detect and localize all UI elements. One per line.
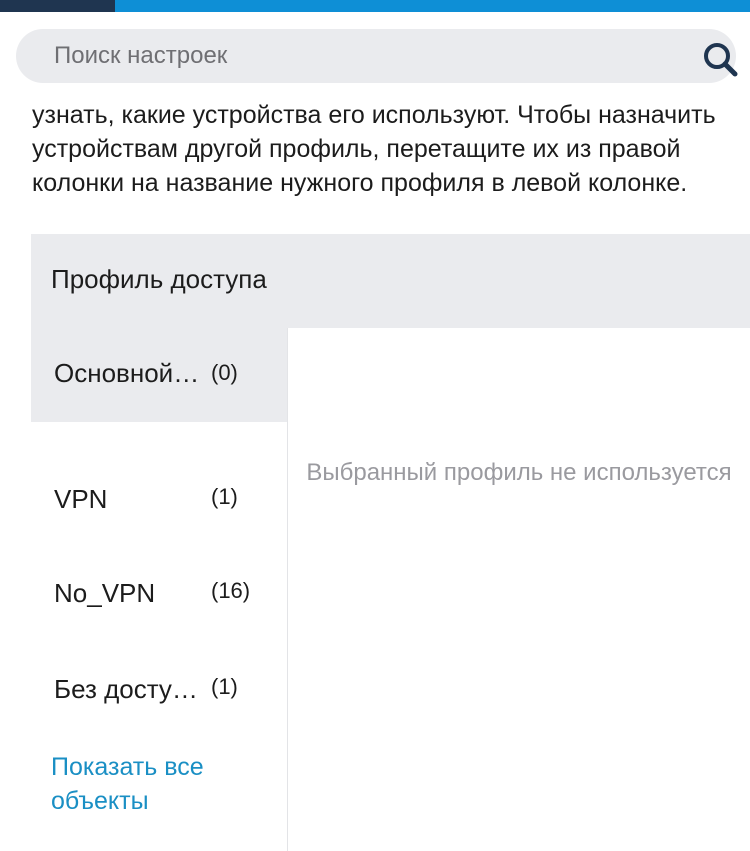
profile-count: (16) [211,578,251,603]
table-header: Профиль доступа [31,234,750,328]
empty-profile-message: Выбранный профиль не используется [306,459,732,486]
profile-count: (1) [211,674,238,699]
search-input[interactable] [54,29,654,83]
search-box[interactable] [16,29,738,83]
profile-name: Основной … [54,358,204,388]
profile-item-no-vpn[interactable]: No_VPN (16) [31,546,287,640]
top-bar-tab-indicator [0,0,115,12]
column-divider [287,328,288,851]
top-bar [0,0,750,12]
profile-item-no-access[interactable]: Без досту… (1) [31,642,287,736]
search-icon[interactable] [700,39,740,79]
profile-name: Без досту… [54,674,198,704]
show-all-objects-link[interactable]: Показать все объекты [51,750,271,818]
search-area [0,12,750,100]
profile-count: (1) [211,484,238,509]
profile-list: Основной … (0) VPN (1) No_VPN (16) Без д… [31,328,287,851]
profile-item-main[interactable]: Основной … (0) [31,328,287,422]
profile-name: No_VPN [54,578,156,608]
profile-count: (0) [211,360,238,385]
profile-item-vpn[interactable]: VPN (1) [31,452,287,546]
column-header-access-profile: Профиль доступа [51,264,267,294]
intro-text: узнать, какие устройства его используют.… [32,101,716,197]
profile-name: VPN [54,484,108,514]
